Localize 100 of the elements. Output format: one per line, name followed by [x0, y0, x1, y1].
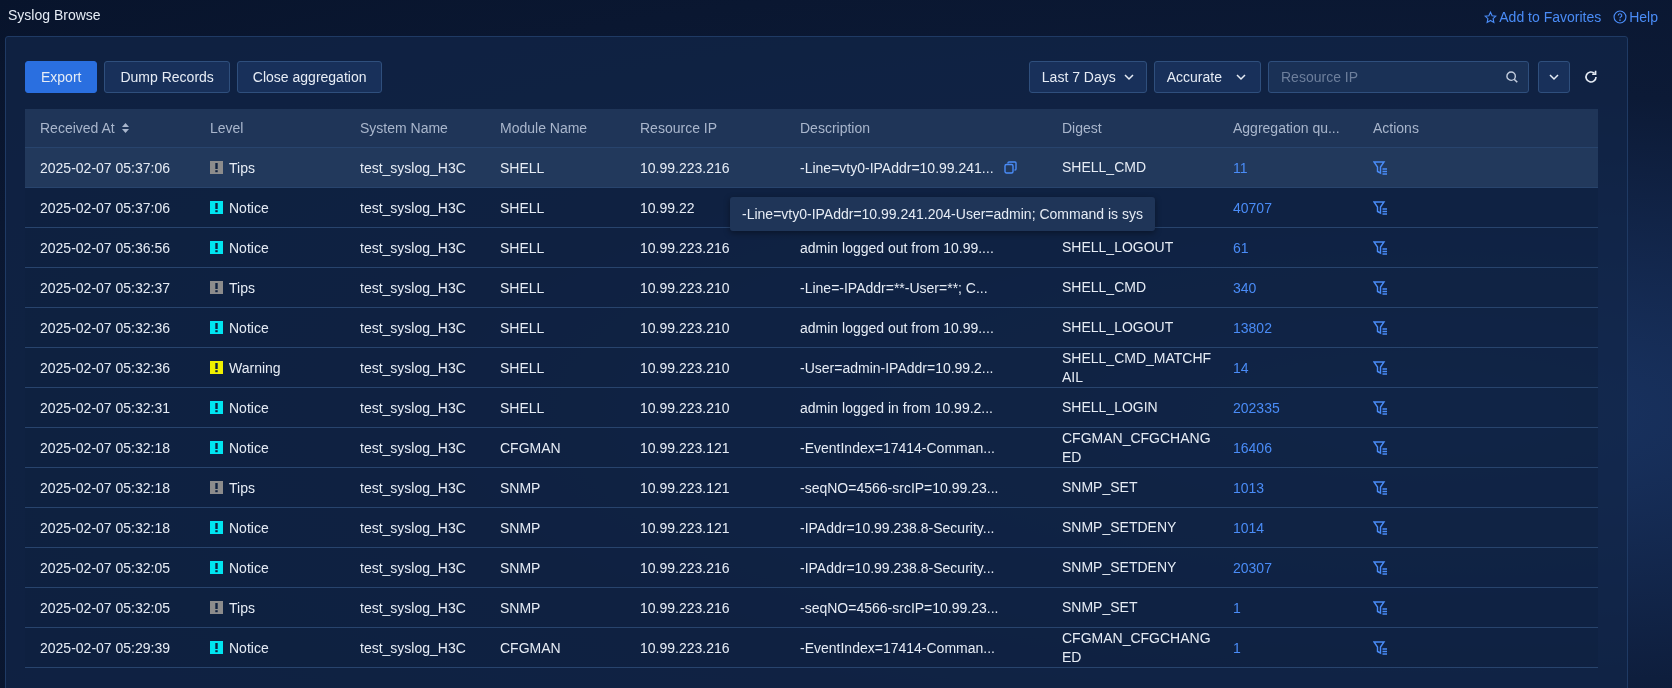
chevron-down-icon — [1549, 73, 1559, 81]
filter-icon[interactable] — [1373, 320, 1388, 335]
table-cell: SNMP_SET — [1062, 598, 1138, 617]
table-cell: Notice — [229, 399, 269, 416]
table-row[interactable]: 2025-02-07 05:32:18 Notice test_syslog_H3C SNMP 10.99.223.121 -IPAddr=10.99.238.8-Security... SNMP_SETDENY 1014 — [25, 508, 1598, 548]
table-cell: SHELL — [500, 399, 545, 416]
table-row[interactable]: 2025-02-07 05:32:36 Notice test_syslog_H3C SHELL 10.99.223.210 admin logged out from 10.99.... SHELL_LOGOUT 13802 — [25, 308, 1598, 348]
table-cell: test_syslog_H3C — [360, 439, 466, 456]
filter-icon[interactable] — [1373, 600, 1388, 615]
filter-icon[interactable] — [1373, 240, 1388, 255]
table-cell: 10.99.223.210 — [640, 319, 730, 336]
chevron-down-icon — [1236, 73, 1246, 81]
count-link[interactable]: 1 — [1233, 599, 1241, 616]
filter-icon[interactable] — [1373, 160, 1388, 175]
table-cell: SHELL — [500, 199, 545, 216]
filter-icon[interactable] — [1373, 480, 1388, 495]
filter-icon[interactable] — [1373, 280, 1388, 295]
table-cell: SHELL_CMD_MATCHFAIL — [1062, 348, 1212, 387]
table-cell: test_syslog_H3C — [360, 399, 466, 416]
table-row[interactable]: 2025-02-07 05:32:18 Tips test_syslog_H3C SNMP 10.99.223.121 -seqNO=4566-srcIP=10.99.23... SNMP_SET 1013 — [25, 468, 1598, 508]
table-row[interactable]: 2025-02-07 05:32:18 Notice test_syslog_H3C CFGMAN 10.99.223.121 -EventIndex=17414-Comman... CFGMAN_CFGCHANGED 16406 — [25, 428, 1598, 468]
table-cell: 2025-02-07 05:32:36 — [40, 359, 170, 376]
table-cell: admin logged out from 10.99.... — [800, 239, 994, 256]
filter-icon[interactable] — [1373, 360, 1388, 375]
count-link[interactable]: 202335 — [1233, 399, 1280, 416]
match-mode-dropdown[interactable]: Accurate — [1153, 61, 1261, 93]
table-cell: Notice — [229, 319, 269, 336]
table-cell: -EventIndex=17414-Comman... — [800, 439, 995, 456]
sort-icon[interactable] — [120, 122, 130, 134]
table-cell: Notice — [229, 239, 269, 256]
column-header: System Name — [360, 120, 448, 136]
table-cell: 2025-02-07 05:32:18 — [40, 519, 170, 536]
table-cell: 2025-02-07 05:32:18 — [40, 479, 170, 496]
table-row[interactable]: 2025-02-07 05:32:31 Notice test_syslog_H3C SHELL 10.99.223.210 admin logged in from 10.99.2... SHELL_LOGIN 202335 — [25, 388, 1598, 428]
table-cell: SNMP — [500, 519, 541, 536]
search-field[interactable]: Resource IP — [1268, 61, 1529, 93]
toolbar-button[interactable]: Close aggregation — [236, 61, 383, 93]
table-cell: CFGMAN_CFGCHANGED — [1062, 628, 1212, 667]
table-cell: SHELL — [500, 359, 545, 376]
table-cell: Tips — [229, 479, 255, 496]
tooltip: -Line=vty0-IPAddr=10.99.241.204-User=admin; Command is sys — [730, 197, 1155, 231]
count-link[interactable]: 61 — [1233, 239, 1249, 256]
help-link[interactable]: Help — [1613, 9, 1658, 25]
count-link[interactable]: 13802 — [1233, 319, 1272, 336]
table-cell: 10.99.223.216 — [640, 159, 730, 176]
count-link[interactable]: 11 — [1233, 159, 1248, 176]
table-cell: admin logged in from 10.99.2... — [800, 399, 993, 416]
table-cell: SHELL_LOGIN — [1062, 398, 1158, 417]
column-header: Digest — [1062, 120, 1102, 136]
refresh-icon[interactable] — [1583, 69, 1599, 85]
toolbar-button[interactable]: Export — [25, 61, 98, 93]
toolbar-button[interactable]: Dump Records — [104, 61, 230, 93]
filter-icon[interactable] — [1373, 640, 1388, 655]
count-link[interactable]: 1 — [1233, 639, 1241, 656]
table-cell: SHELL — [500, 239, 545, 256]
count-link[interactable]: 16406 — [1233, 439, 1272, 456]
filter-icon[interactable] — [1373, 400, 1388, 415]
expand-button[interactable] — [1538, 61, 1570, 93]
table-cell: 2025-02-07 05:29:39 — [40, 639, 170, 656]
table-cell: 10.99.223.210 — [640, 399, 730, 416]
help-icon — [1613, 10, 1628, 24]
table-cell: 2025-02-07 05:37:06 — [40, 199, 170, 216]
count-link[interactable]: 1014 — [1233, 519, 1265, 536]
table-cell: test_syslog_H3C — [360, 559, 466, 576]
table-cell: -IPAddr=10.99.238.8-Security... — [800, 559, 995, 576]
filter-icon[interactable] — [1373, 200, 1388, 215]
column-header[interactable]: Received At — [40, 120, 115, 136]
table-cell: 10.99.223.121 — [640, 439, 730, 456]
table-cell: SHELL_CMD — [1062, 158, 1147, 177]
table-cell: test_syslog_H3C — [360, 319, 466, 336]
table-row[interactable]: 2025-02-07 05:37:06 Tips test_syslog_H3C SHELL 10.99.223.216 -Line=vty0-IPAddr=10.99.241... SHELL_CMD 11 — [25, 148, 1598, 188]
copy-icon[interactable] — [1003, 161, 1017, 174]
count-link[interactable]: 40707 — [1233, 199, 1272, 216]
table-row[interactable]: 2025-02-07 05:29:39 Notice test_syslog_H3C CFGMAN 10.99.223.216 -EventIndex=17414-Comman... CFGMAN_CFGCHANGED 1 — [25, 628, 1598, 668]
table-cell: 2025-02-07 05:36:56 — [40, 239, 170, 256]
search-icon — [1505, 70, 1519, 84]
favorites-link[interactable]: Add to Favorites — [1484, 9, 1602, 25]
count-link[interactable]: 340 — [1233, 279, 1257, 296]
table-row[interactable]: 2025-02-07 05:32:36 Warning test_syslog_H3C SHELL 10.99.223.210 -User=admin-IPAddr=10.99.2... SHELL_CMD_MATCHFAIL 14 — [25, 348, 1598, 388]
table-cell: Notice — [229, 519, 269, 536]
table-cell: 10.99.223.216 — [640, 639, 730, 656]
table-cell: Notice — [229, 199, 269, 216]
count-link[interactable]: 14 — [1233, 359, 1249, 376]
count-link[interactable]: 1013 — [1233, 479, 1265, 496]
table-cell: SHELL — [500, 159, 545, 176]
time-range-dropdown[interactable]: Last 7 Days — [1028, 61, 1147, 93]
count-link[interactable]: 20307 — [1233, 559, 1272, 576]
column-header: Description — [800, 120, 871, 136]
filter-icon[interactable] — [1373, 440, 1388, 455]
table-cell: CFGMAN — [500, 639, 561, 656]
table-cell: Tips — [229, 159, 255, 176]
filter-icon[interactable] — [1373, 560, 1388, 575]
table-row[interactable]: 2025-02-07 05:36:56 Notice test_syslog_H3C SHELL 10.99.223.216 admin logged out from 10.99.... SHELL_LOGOUT 61 — [25, 228, 1598, 268]
table-row[interactable]: 2025-02-07 05:32:37 Tips test_syslog_H3C SHELL 10.99.223.210 -Line=-IPAddr=**-User=**; C... SHELL_CMD 340 — [25, 268, 1598, 308]
table-cell: 2025-02-07 05:37:06 — [40, 159, 170, 176]
filter-icon[interactable] — [1373, 520, 1388, 535]
table-cell: test_syslog_H3C — [360, 199, 466, 216]
table-row[interactable]: 2025-02-07 05:32:05 Tips test_syslog_H3C SNMP 10.99.223.216 -seqNO=4566-srcIP=10.99.23... SNMP_SET 1 — [25, 588, 1598, 628]
table-cell: SNMP_SETDENY — [1062, 558, 1177, 577]
table-row[interactable]: 2025-02-07 05:32:05 Notice test_syslog_H3C SNMP 10.99.223.216 -IPAddr=10.99.238.8-Security... SNMP_SETDENY 20307 — [25, 548, 1598, 588]
